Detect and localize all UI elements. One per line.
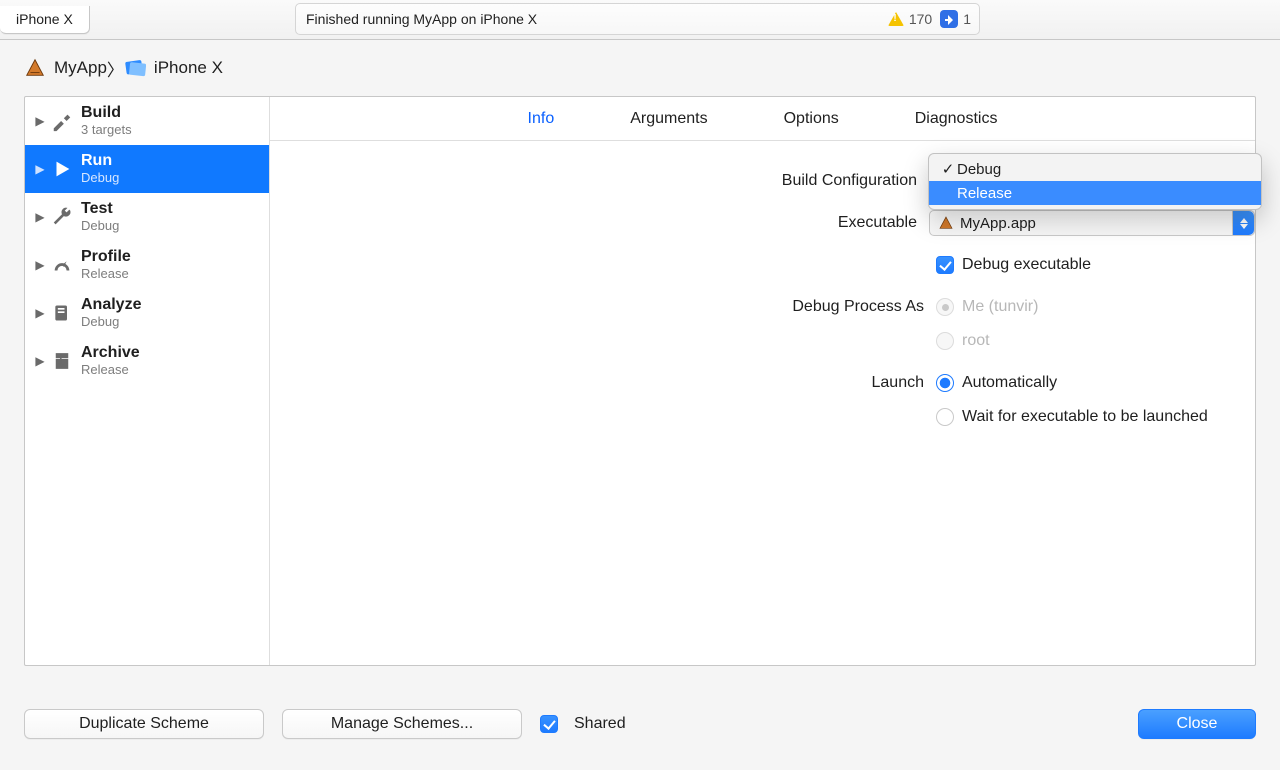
sidebar-item-label: Test: [81, 200, 119, 218]
close-button[interactable]: Close: [1138, 709, 1256, 739]
warnings-badge[interactable]: 170: [888, 11, 932, 27]
analyze-icon: [940, 10, 958, 28]
disclosure-triangle-icon[interactable]: ▶: [33, 354, 47, 368]
disclosure-triangle-icon[interactable]: ▶: [33, 306, 47, 320]
executable-label: Executable: [270, 214, 929, 232]
crumb-device[interactable]: iPhone X: [124, 58, 223, 78]
wrench-icon: [49, 205, 75, 229]
debug-executable-checkbox[interactable]: [936, 256, 954, 274]
duplicate-scheme-button[interactable]: Duplicate Scheme: [24, 709, 264, 739]
build-configuration-label: Build Configuration: [270, 172, 929, 190]
executable-value: MyApp.app: [960, 215, 1036, 232]
sidebar-item-sublabel: Release: [81, 363, 140, 378]
simulator-icon: [124, 59, 146, 77]
tab-options[interactable]: Options: [782, 106, 841, 132]
menu-item-label: Debug: [957, 161, 1001, 178]
debug-process-as-label: Debug Process As: [270, 298, 936, 316]
crumb-app-label: MyApp: [54, 58, 107, 78]
hammer-icon: [49, 109, 75, 133]
scheme-editor: ▶ Build3 targets ▶ RunDebug ▶ TestDebug …: [24, 96, 1256, 666]
menu-item-label: Release: [957, 185, 1012, 202]
device-tab[interactable]: iPhone X: [0, 6, 90, 34]
analyze-count: 1: [963, 11, 971, 27]
analyze-badge[interactable]: 1: [940, 10, 971, 28]
gauge-icon: [49, 253, 75, 277]
sheet-footer: Duplicate Scheme Manage Schemes... Share…: [24, 706, 1256, 742]
breadcrumb: MyApp 〉 iPhone X: [0, 40, 1280, 96]
crumb-app[interactable]: MyApp: [24, 57, 107, 79]
build-configuration-menu[interactable]: ✓ Debug Release: [928, 153, 1262, 210]
sidebar-item-sublabel: 3 targets: [81, 123, 132, 138]
disclosure-triangle-icon[interactable]: ▶: [33, 162, 47, 176]
launch-wait-label: Wait for executable to be launched: [962, 408, 1208, 426]
sidebar-item-label: Archive: [81, 344, 140, 362]
check-icon: ✓: [939, 160, 957, 178]
warning-icon: [888, 12, 904, 26]
shared-label: Shared: [574, 715, 626, 733]
debug-as-me-radio: [936, 298, 954, 316]
warnings-count: 170: [909, 11, 932, 27]
run-tabs: Info Arguments Options Diagnostics: [270, 97, 1255, 141]
menu-item-debug[interactable]: ✓ Debug: [929, 157, 1261, 181]
tab-info[interactable]: Info: [526, 106, 557, 132]
popup-arrows-icon: [1232, 211, 1254, 235]
shared-checkbox-group[interactable]: Shared: [540, 715, 626, 733]
chevron-right-icon: 〉: [107, 56, 124, 81]
sidebar-item-run[interactable]: ▶ RunDebug: [25, 145, 269, 193]
launch-auto-label: Automatically: [962, 374, 1057, 392]
sidebar-item-label: Analyze: [81, 296, 141, 314]
sidebar-item-label: Run: [81, 152, 119, 170]
scheme-action-list: ▶ Build3 targets ▶ RunDebug ▶ TestDebug …: [25, 97, 270, 665]
info-form: ✓ Debug Release Build Configuration Debu…: [270, 141, 1255, 441]
sidebar-item-build[interactable]: ▶ Build3 targets: [25, 97, 269, 145]
disclosure-triangle-icon[interactable]: ▶: [33, 258, 47, 272]
status-text: Finished running MyApp on iPhone X: [306, 11, 537, 27]
play-icon: [49, 157, 75, 181]
debug-as-root-radio: [936, 332, 954, 350]
analyze-icon: [49, 301, 75, 325]
sidebar-item-label: Build: [81, 104, 132, 122]
activity-status: Finished running MyApp on iPhone X 170 1: [295, 3, 980, 35]
executable-popup[interactable]: MyApp.app: [929, 210, 1255, 236]
sidebar-item-profile[interactable]: ▶ ProfileRelease: [25, 241, 269, 289]
run-action-pane: Info Arguments Options Diagnostics ✓ Deb…: [270, 97, 1255, 665]
sidebar-item-archive[interactable]: ▶ ArchiveRelease: [25, 337, 269, 385]
sidebar-item-sublabel: Release: [81, 267, 131, 282]
crumb-device-label: iPhone X: [154, 58, 223, 78]
manage-schemes-button[interactable]: Manage Schemes...: [282, 709, 522, 739]
debug-as-root-label: root: [962, 332, 990, 350]
app-scheme-icon: [938, 215, 954, 231]
sidebar-item-sublabel: Debug: [81, 315, 141, 330]
tab-arguments[interactable]: Arguments: [628, 106, 709, 132]
debug-as-me-label: Me (tunvir): [962, 298, 1038, 316]
tab-diagnostics[interactable]: Diagnostics: [913, 106, 1000, 132]
launch-wait-radio[interactable]: [936, 408, 954, 426]
app-scheme-icon: [24, 57, 46, 79]
toolbar: iPhone X Finished running MyApp on iPhon…: [0, 0, 1280, 40]
sidebar-item-sublabel: Debug: [81, 171, 119, 186]
sidebar-item-analyze[interactable]: ▶ AnalyzeDebug: [25, 289, 269, 337]
sidebar-item-label: Profile: [81, 248, 131, 266]
launch-auto-radio[interactable]: [936, 374, 954, 392]
launch-label: Launch: [270, 374, 936, 392]
archive-icon: [49, 349, 75, 373]
debug-executable-label: Debug executable: [962, 256, 1091, 274]
menu-item-release[interactable]: Release: [929, 181, 1261, 205]
disclosure-triangle-icon[interactable]: ▶: [33, 114, 47, 128]
shared-checkbox[interactable]: [540, 715, 558, 733]
sidebar-item-sublabel: Debug: [81, 219, 119, 234]
sidebar-item-test[interactable]: ▶ TestDebug: [25, 193, 269, 241]
disclosure-triangle-icon[interactable]: ▶: [33, 210, 47, 224]
